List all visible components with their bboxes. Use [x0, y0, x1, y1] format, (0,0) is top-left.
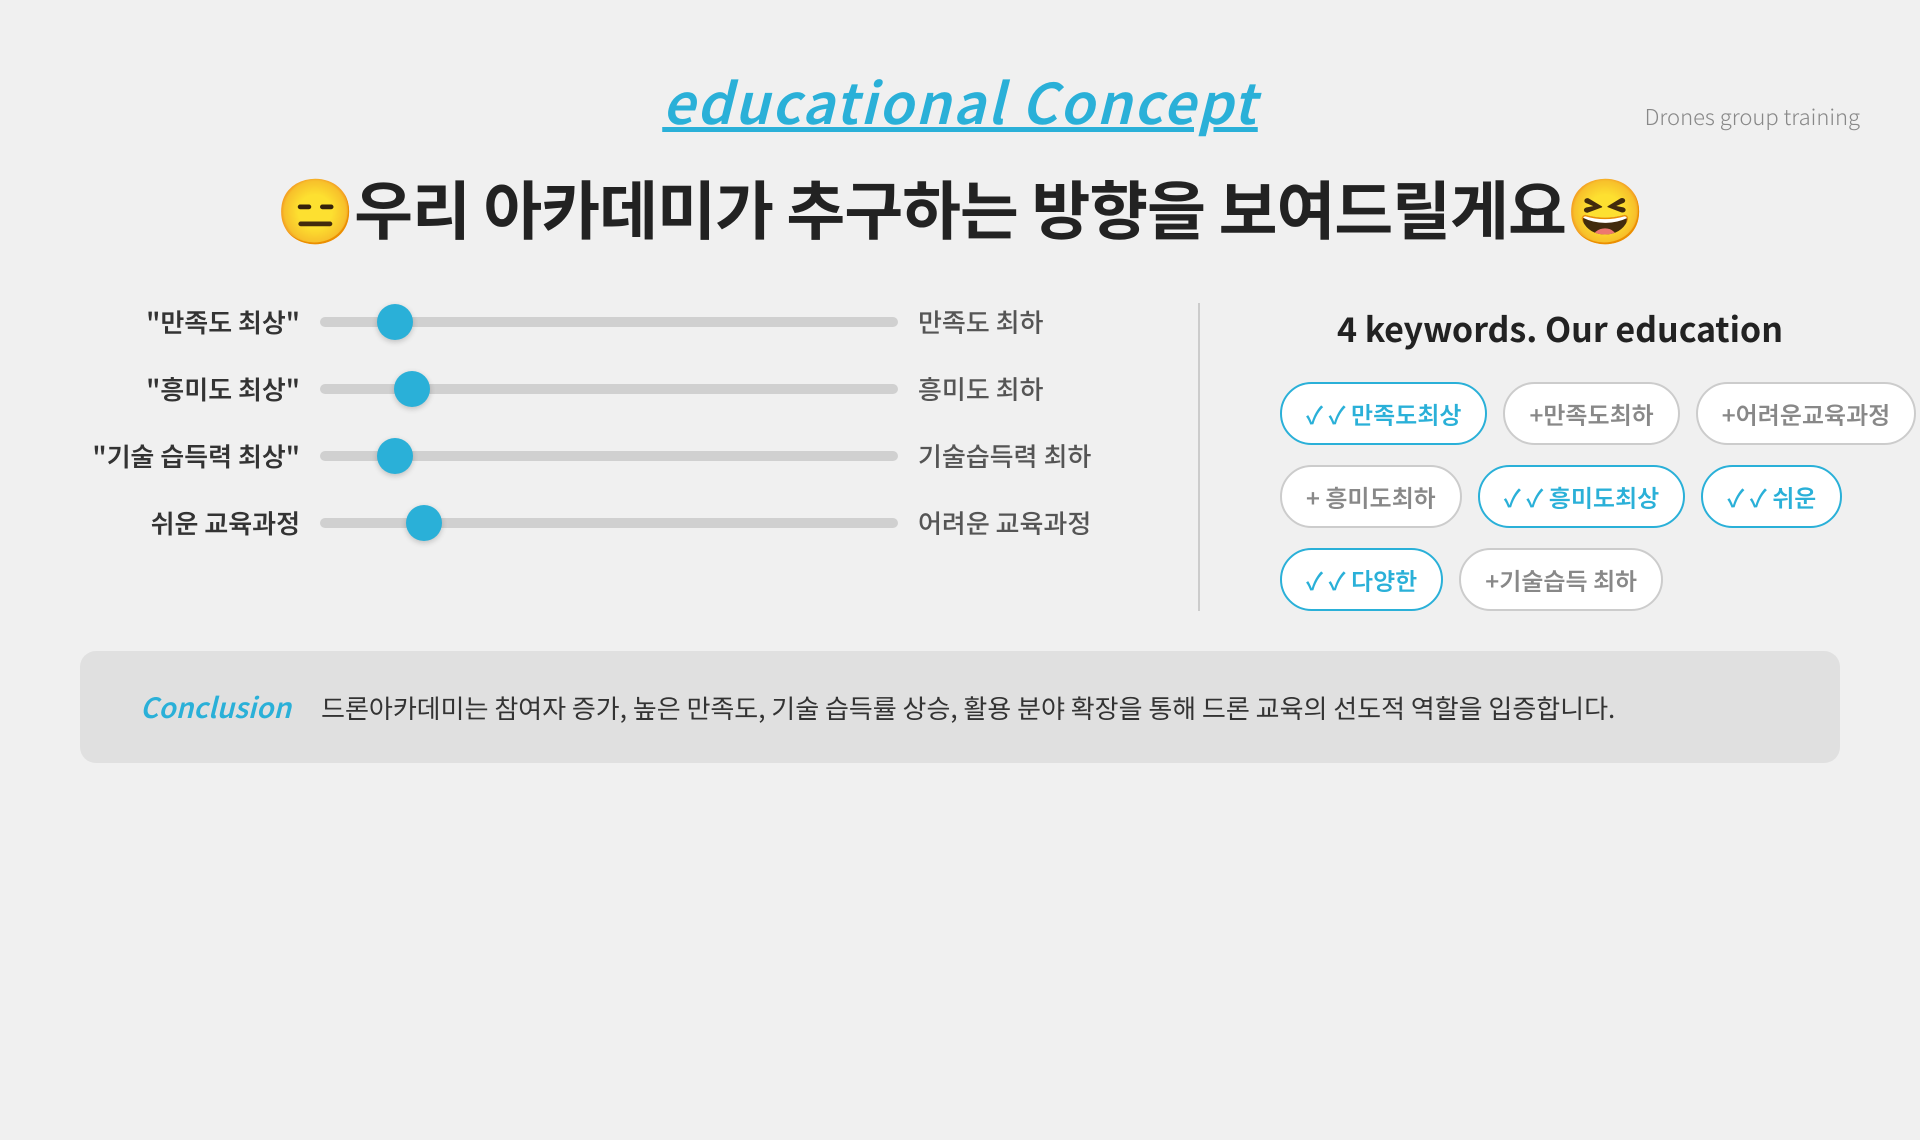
- keywords-section: 4 keywords. Our education ✓ 만족도최상 +만족도최하 +…: [1280, 303, 1840, 611]
- slider-left-label-3: 쉬운 교육과정: [80, 504, 300, 541]
- main-title: educational Concept: [0, 60, 1920, 141]
- keywords-row-0: ✓ 만족도최상+만족도최하+어려운교육과정: [1280, 382, 1840, 445]
- slider-track-1: [320, 384, 898, 394]
- slider-track-container-0[interactable]: [320, 312, 898, 332]
- slider-track-0: [320, 317, 898, 327]
- slider-track-container-2[interactable]: [320, 446, 898, 466]
- sliders-section: "만족도 최상" 만족도 최하 "흥미도 최상" 흥미도 최하 "기술 습득력 최상" 기…: [80, 303, 1118, 541]
- slider-right-label-1: 흥미도 최하: [918, 370, 1118, 407]
- slider-left-label-2: "기술 습득력 최상": [80, 437, 300, 474]
- content-area: "만족도 최상" 만족도 최하 "흥미도 최상" 흥미도 최하 "기술 습득력 최상" 기…: [0, 303, 1920, 611]
- keyword-chip-2-1[interactable]: +기술습득 최하: [1459, 548, 1663, 611]
- slider-left-label-1: "흥미도 최상": [80, 370, 300, 407]
- keywords-rows: ✓ 만족도최상+만족도최하+어려운교육과정+ 흥미도최하✓ 흥미도최상✓ 쉬운✓…: [1280, 382, 1840, 611]
- slider-track-2: [320, 451, 898, 461]
- conclusion-label: Conclusion: [140, 687, 291, 727]
- slider-right-label-2: 기술습득력 최하: [918, 437, 1118, 474]
- keyword-chip-1-0[interactable]: + 흥미도최하: [1280, 465, 1462, 528]
- slider-row-0: "만족도 최상" 만족도 최하: [80, 303, 1118, 340]
- conclusion-text: 드론아카데미는 참여자 증가, 높은 만족도, 기술 습득률 상승, 활용 분야…: [321, 688, 1615, 727]
- slider-right-label-0: 만족도 최하: [918, 303, 1118, 340]
- keyword-chip-0-2[interactable]: +어려운교육과정: [1696, 382, 1916, 445]
- subtitle: 😑우리 아카데미가 추구하는 방향을 보여드릴게요😆: [0, 161, 1920, 253]
- slider-thumb-0[interactable]: [377, 304, 413, 340]
- slider-track-container-3[interactable]: [320, 513, 898, 533]
- slider-thumb-1[interactable]: [394, 371, 430, 407]
- keyword-chip-1-1[interactable]: ✓ 흥미도최상: [1478, 465, 1685, 528]
- keyword-chip-2-0[interactable]: ✓ 다양한: [1280, 548, 1443, 611]
- keyword-chip-1-2[interactable]: ✓ 쉬운: [1701, 465, 1842, 528]
- slider-track-3: [320, 518, 898, 528]
- divider-vertical: [1198, 303, 1200, 611]
- slider-left-label-0: "만족도 최상": [80, 303, 300, 340]
- slider-right-label-3: 어려운 교육과정: [918, 504, 1118, 541]
- keyword-chip-0-1[interactable]: +만족도최하: [1503, 382, 1679, 445]
- slider-thumb-3[interactable]: [406, 505, 442, 541]
- slider-row-1: "흥미도 최상" 흥미도 최하: [80, 370, 1118, 407]
- keyword-chip-0-0[interactable]: ✓ 만족도최상: [1280, 382, 1487, 445]
- keywords-row-1: + 흥미도최하 ✓ 흥미도최상 ✓ 쉬운: [1280, 465, 1840, 528]
- slider-thumb-2[interactable]: [377, 438, 413, 474]
- slider-row-2: "기술 습득력 최상" 기술습득력 최하: [80, 437, 1118, 474]
- watermark: Drones group training: [1645, 100, 1860, 132]
- slider-row-3: 쉬운 교육과정 어려운 교육과정: [80, 504, 1118, 541]
- slider-track-container-1[interactable]: [320, 379, 898, 399]
- keywords-row-2: ✓ 다양한 +기술습득 최하: [1280, 548, 1840, 611]
- conclusion-box: Conclusion 드론아카데미는 참여자 증가, 높은 만족도, 기술 습득…: [80, 651, 1840, 763]
- keywords-title: 4 keywords. Our education: [1280, 303, 1840, 352]
